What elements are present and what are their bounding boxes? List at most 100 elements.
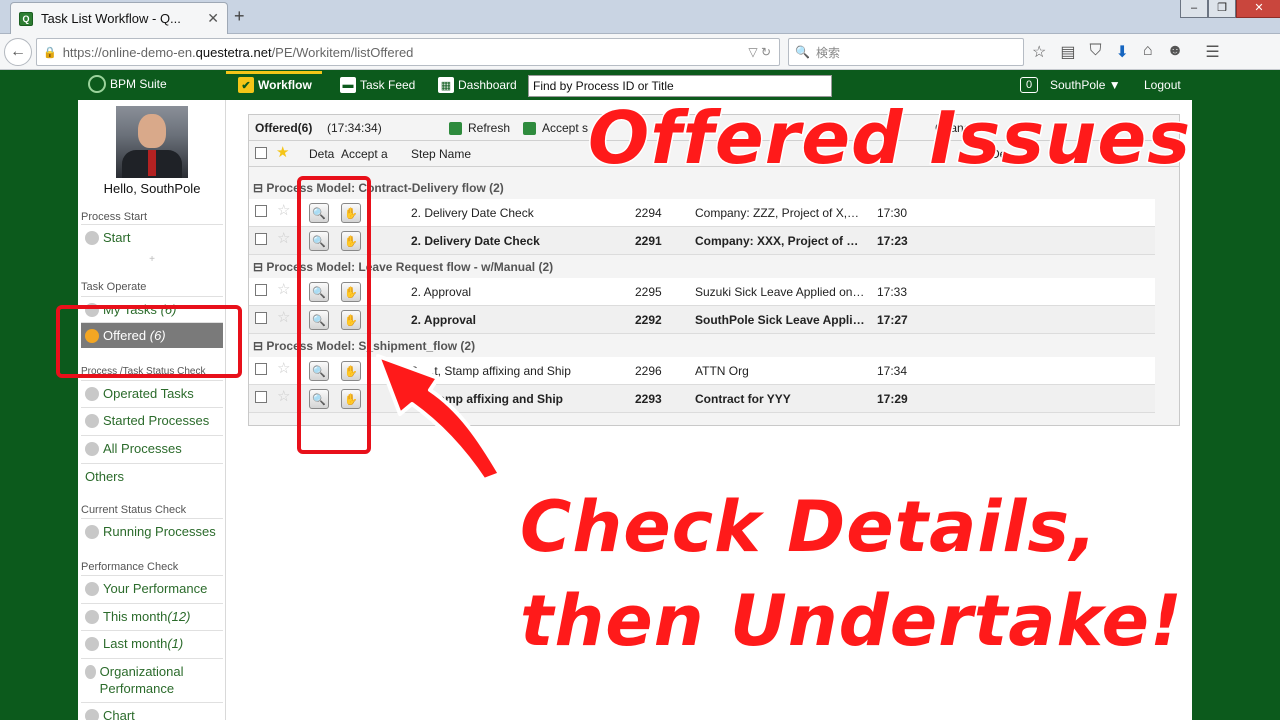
back-button[interactable]: ← (4, 38, 32, 66)
accept-label: Accept s (542, 121, 589, 135)
notification-badge[interactable]: 0 (1020, 77, 1038, 93)
address-bar[interactable]: 🔒 https://online-demo-en. questetra.net/P… (36, 38, 780, 66)
star-filter-icon[interactable]: ★ (276, 143, 289, 161)
sidebar-item-this-month[interactable]: This month (12) (81, 603, 223, 629)
process-title[interactable]: Suzuki Sick Leave Applied on… (695, 285, 864, 299)
process-title[interactable]: Company: XXX, Project of … (695, 234, 858, 248)
sidebar-item-org-performance[interactable]: Organizational Performance (81, 658, 223, 700)
sidebar-item-start[interactable]: Start (81, 224, 223, 250)
process-title[interactable]: ATTN Org (695, 364, 749, 378)
sidebar-item-label: All Processes (103, 441, 182, 456)
group-header[interactable]: ⊟ Process Model: Contract-Delivery flow … (249, 177, 1179, 199)
sidebar-item-label: Last month (103, 636, 168, 651)
new-tab-icon[interactable]: + (234, 6, 245, 27)
table-row[interactable]: ☆ 🔍 ✋ 2. Approval 2295 Suzuki Sick Leave Appl… (249, 278, 1155, 306)
star-icon[interactable]: ☆ (277, 280, 290, 298)
sidebar-item-label: Chart (103, 708, 135, 720)
row-checkbox[interactable] (255, 233, 267, 245)
close-window-icon[interactable]: ✕ (1236, 0, 1280, 18)
group-header[interactable]: ⊟ Process Model: Leave Request flow - w/… (249, 256, 1179, 278)
close-tab-icon[interactable]: ✕ (207, 10, 219, 27)
accept-time: 17:33 (877, 285, 908, 299)
sidebar-item-running[interactable]: Running Processes (81, 518, 223, 544)
search-placeholder: 検索 (815, 45, 840, 60)
operated-icon (85, 386, 99, 401)
accept-time: 17:29 (877, 392, 908, 406)
star-icon[interactable]: ☆ (277, 387, 290, 405)
sidebar-item-your-performance[interactable]: Your Performance (81, 575, 223, 601)
user-menu[interactable]: SouthPole ▼ (1050, 78, 1121, 92)
sidebar-item-others[interactable]: Others (81, 463, 223, 489)
star-icon[interactable]: ☆ (277, 229, 290, 247)
logout-link[interactable]: Logout (1144, 78, 1181, 92)
dashboard-icon: ▦ (438, 77, 454, 93)
this-month-count: (12) (167, 609, 191, 624)
accept-selected-button[interactable]: Accept s (523, 121, 588, 135)
running-icon (85, 524, 99, 539)
process-title[interactable]: Company: ZZZ, Project of X,… (695, 206, 859, 220)
row-checkbox[interactable] (255, 363, 267, 375)
menu-dashboard[interactable]: ▦ Dashboard (438, 77, 517, 93)
reading-list-icon[interactable]: ▤ (1060, 42, 1075, 62)
section-task-operate: Task Operate (81, 281, 147, 293)
collapse-group-icon[interactable]: ⊟ (253, 181, 266, 195)
collapse-group-icon[interactable]: ⊟ (253, 260, 266, 274)
section-performance: Performance Check (81, 561, 179, 573)
reload-icon[interactable]: ▽ ↻ (748, 45, 771, 59)
bookmark-star-icon[interactable]: ☆ (1032, 42, 1046, 62)
star-icon[interactable]: ☆ (277, 201, 290, 219)
browser-tab[interactable]: Q Task List Workflow - Q... ✕ (10, 2, 228, 34)
maximize-icon[interactable]: ❐ (1208, 0, 1236, 18)
row-checkbox[interactable] (255, 205, 267, 217)
table-row[interactable]: ☆ 🔍 ✋ 2. Delivery Date Check 2291 Company: XX… (249, 227, 1155, 255)
step-name: 2. Delivery Date Check (411, 234, 540, 248)
col-detail[interactable]: Deta (309, 147, 334, 161)
process-title[interactable]: Contract for YYY (695, 392, 791, 406)
sidebar-item-operated[interactable]: Operated Tasks (81, 380, 223, 406)
collapse-group-icon[interactable]: ⊟ (253, 339, 266, 353)
panel-title: Offered(6) (255, 121, 313, 135)
sidebar-item-label: Your Performance (103, 581, 208, 596)
expand-icon[interactable]: + (78, 254, 226, 265)
process-title[interactable]: SouthPole Sick Leave Appli… (695, 313, 865, 327)
minimize-icon[interactable]: – (1180, 0, 1208, 18)
chat-icon[interactable]: ☻ (1167, 42, 1184, 62)
row-checkbox[interactable] (255, 312, 267, 324)
hamburger-menu-icon[interactable]: ☰ (1205, 42, 1219, 62)
browser-toolbar: ☆ ▤ ⛉ ⬇ ⌂ ☻ ☰ (1032, 42, 1220, 62)
row-checkbox[interactable] (255, 284, 267, 296)
sidebar-item-chart[interactable]: Chart (81, 702, 223, 720)
sidebar-item-started[interactable]: Started Processes (81, 407, 223, 433)
star-icon[interactable]: ☆ (277, 359, 290, 377)
process-id: 2296 (635, 364, 662, 378)
pointer-arrow-icon (376, 354, 502, 480)
sidebar-item-all[interactable]: All Processes (81, 435, 223, 461)
caption-line-1: Check Details, (519, 485, 1099, 570)
browser-search-input[interactable]: 🔍 検索 (788, 38, 1024, 66)
menu-task-feed[interactable]: ▬ Task Feed (340, 77, 415, 93)
sidebar-item-label: Organizational Performance (99, 664, 184, 696)
panel-time: (17:34:34) (327, 121, 382, 135)
sidebar-item-last-month[interactable]: Last month (1) (81, 630, 223, 656)
bpm-logo[interactable]: BPM Suite (88, 75, 167, 93)
active-menu-indicator (226, 71, 322, 74)
row-checkbox[interactable] (255, 391, 267, 403)
refresh-button[interactable]: Refresh (449, 121, 510, 135)
bar-chart-icon (85, 581, 99, 596)
menu-dashboard-label: Dashboard (458, 78, 517, 92)
sidebar-item-label: Started Processes (103, 413, 210, 428)
lock-icon: 🔒 (43, 46, 57, 59)
table-row[interactable]: ☆ 🔍 ✋ 2. Delivery Date Check 2294 Company: ZZ… (249, 199, 1155, 227)
table-row[interactable]: ☆ 🔍 ✋ 2. Approval 2292 SouthPole Sick Leave A… (249, 306, 1155, 334)
url-prefix: https://online-demo-en. (62, 44, 196, 60)
col-accept[interactable]: Accept a (341, 147, 388, 161)
home-icon[interactable]: ⌂ (1143, 42, 1153, 62)
menu-task-feed-label: Task Feed (360, 78, 416, 92)
star-icon[interactable]: ☆ (277, 308, 290, 326)
menu-workflow[interactable]: ✔ Workflow (238, 77, 312, 93)
pocket-icon[interactable]: ⛉ (1089, 42, 1101, 62)
find-process-input[interactable]: Find by Process ID or Title (528, 75, 832, 97)
col-step-name[interactable]: Step Name (411, 147, 471, 161)
select-all-checkbox[interactable] (255, 147, 267, 159)
download-icon[interactable]: ⬇ (1115, 42, 1128, 62)
